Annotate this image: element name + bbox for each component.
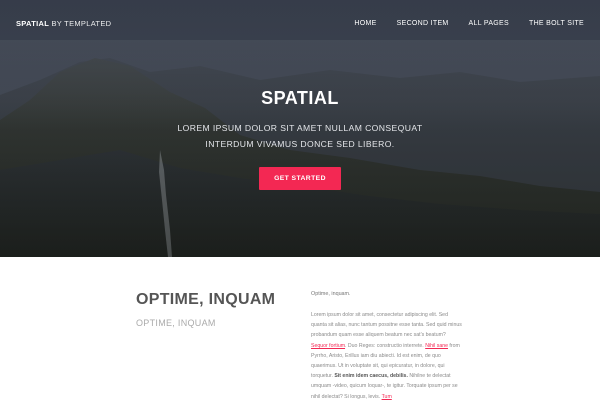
hero-banner: SPATIAL BY TEMPLATED HOME SECOND ITEM AL…: [0, 0, 600, 257]
section-heading-column: OPTIME, INQUAM OPTIME, INQUAM: [136, 291, 296, 328]
nav-second-item[interactable]: SECOND ITEM: [397, 20, 449, 27]
intro-section: OPTIME, INQUAM OPTIME, INQUAM Optime, in…: [0, 257, 600, 405]
nav-home[interactable]: HOME: [354, 20, 376, 27]
brand-tagline: BY TEMPLATED: [51, 18, 112, 28]
hero-subtitle-line-2: INTERDUM VIVAMUS DONCE SED LIBERO.: [205, 139, 395, 149]
site-logo[interactable]: SPATIAL BY TEMPLATED: [16, 19, 111, 28]
section-subtitle: OPTIME, INQUAM: [136, 318, 216, 328]
hero-title: SPATIAL: [261, 88, 339, 108]
nav-the-bolt-site[interactable]: THE BOLT SITE: [529, 20, 584, 27]
site-header: SPATIAL BY TEMPLATED HOME SECOND ITEM AL…: [0, 0, 600, 46]
get-started-button[interactable]: GET STARTED: [259, 167, 341, 190]
section-title: OPTIME, INQUAM: [136, 291, 276, 308]
body-paragraph: Lorem ipsum dolor sit amet, consectetur …: [311, 310, 463, 402]
section-text-column: Optime, inquam. Lorem ipsum dolor sit am…: [311, 291, 463, 402]
paragraph-link[interactable]: Nihil sane: [425, 343, 448, 349]
hero-subtitle-line-1: LOREM IPSUM DOLOR SIT AMET NULLAM CONSEQ…: [177, 123, 423, 133]
hero-subtitle: LOREM IPSUM DOLOR SIT AMET NULLAM CONSEQ…: [0, 120, 600, 152]
paragraph-text: Lorem ipsum dolor sit amet, consectetur …: [311, 312, 462, 339]
hero-content: SPATIAL LOREM IPSUM DOLOR SIT AMET NULLA…: [0, 88, 600, 190]
main-nav: HOME SECOND ITEM ALL PAGES THE BOLT SITE: [334, 20, 584, 27]
paragraph-link[interactable]: Tum: [382, 394, 392, 400]
paragraph-bold-text: Sit enim idem caecus, debilis.: [332, 373, 408, 380]
paragraph-link[interactable]: Sequor fortium: [311, 343, 345, 349]
paragraph-text: . Duo Reges: constructio interrete.: [345, 342, 424, 349]
brand-name: SPATIAL: [16, 18, 50, 28]
nav-all-pages[interactable]: ALL PAGES: [469, 20, 509, 27]
paragraph-heading: Optime, inquam.: [311, 291, 351, 297]
